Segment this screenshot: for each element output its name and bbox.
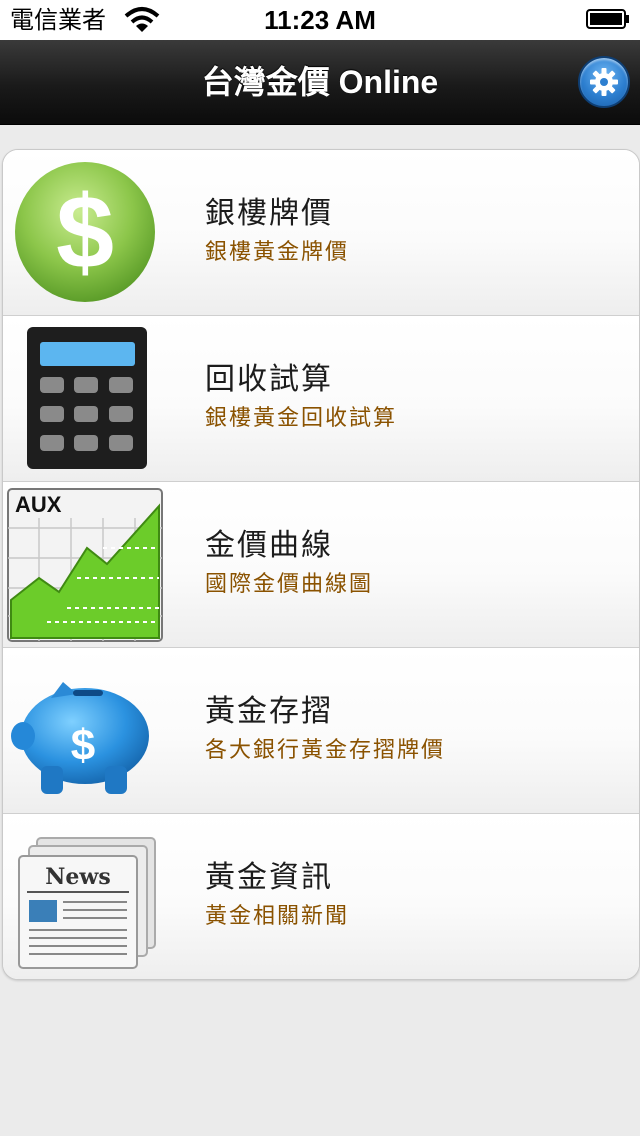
newspaper-icon: News — [18, 837, 156, 969]
page-title: 台灣金價 Online — [201, 64, 439, 100]
menu-item-subtitle: 銀樓黃金回收試算 — [205, 406, 398, 431]
chart-icon-label: AUX — [15, 492, 62, 517]
menu-item-gold-passbook[interactable]: $ 黃金存摺 各大銀行黃金存摺牌價 — [3, 648, 639, 814]
navigation-bar: 台灣金價 Online — [0, 40, 640, 125]
menu-item-subtitle: 黃金相關新聞 — [205, 904, 350, 929]
menu-item-subtitle: 各大銀行黃金存摺牌價 — [205, 738, 446, 763]
menu-item-title: 黃金存摺 — [205, 694, 333, 729]
menu-item-gold-news[interactable]: News 黃金資訊 黃金相關新聞 — [3, 814, 639, 979]
status-bar: 電信業者 11:23 AM — [0, 0, 640, 40]
menu-item-silver-shop-price[interactable]: $ 銀樓牌價 銀樓黃金牌價 — [3, 150, 639, 316]
menu-item-gold-price-chart[interactable]: AUX 金價曲線 國際金價曲線圖 — [3, 482, 639, 648]
dollar-coin-icon: $ — [15, 162, 155, 302]
menu-item-subtitle: 國際金價曲線圖 — [205, 572, 374, 597]
menu-item-recycle-calculator[interactable]: 回收試算 銀樓黃金回收試算 — [3, 316, 639, 482]
chart-icon: AUX — [7, 488, 163, 642]
svg-text:$: $ — [56, 175, 114, 291]
menu-item-title: 金價曲線 — [205, 528, 333, 563]
menu-item-subtitle: 銀樓黃金牌價 — [205, 240, 350, 265]
clock: 11:23 AM — [264, 5, 376, 35]
battery-icon — [586, 9, 629, 29]
menu-item-title: 回收試算 — [205, 362, 333, 397]
gear-icon — [590, 68, 618, 96]
settings-button[interactable] — [578, 56, 630, 108]
calculator-icon — [27, 327, 147, 469]
newspaper-icon-label: News — [45, 864, 110, 890]
menu-item-title: 銀樓牌價 — [205, 196, 333, 231]
menu-list: $ 銀樓牌價 銀樓黃金牌價 回收試算 銀樓黃金回收試算 AUX 金價曲線 國際金… — [2, 149, 640, 980]
menu-item-title: 黃金資訊 — [205, 860, 333, 895]
piggy-bank-icon: $ — [11, 682, 149, 794]
svg-text:$: $ — [71, 721, 95, 770]
